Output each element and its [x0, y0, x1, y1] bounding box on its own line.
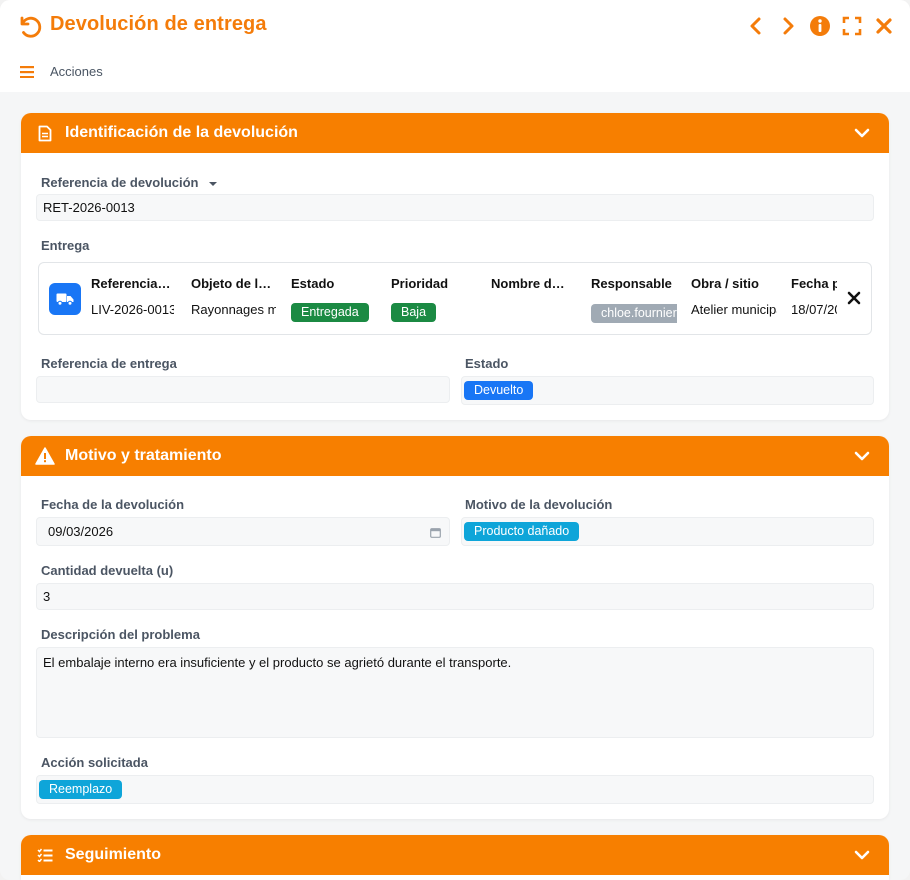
close-button[interactable]	[872, 12, 896, 40]
description-label: Descripción del problema	[41, 627, 200, 642]
section-title: Seguimiento	[65, 846, 162, 863]
column-header: Objeto de la entrega	[191, 276, 276, 291]
section-tracking-header[interactable]: Seguimiento	[21, 835, 889, 875]
column-header: Obra / sitio	[691, 276, 759, 291]
chevron-down-icon	[854, 128, 870, 138]
return-reference-label-text: Referencia de devolución	[41, 175, 199, 190]
description-textarea[interactable]: El embalaje interno era insuficiente y e…	[36, 647, 874, 738]
return-reference-label: Referencia de devolución	[41, 175, 218, 190]
return-reason-field[interactable]: Producto dañado	[461, 517, 874, 546]
next-button[interactable]	[776, 12, 800, 40]
delivery-col-responsible: Responsable chloe.fournier	[591, 263, 677, 334]
delivery-col-object: Objeto de la entrega Rayonnages métalliq…	[191, 263, 276, 334]
back-arrow-icon[interactable]	[14, 12, 42, 40]
section-identification: Identificación de la devolución Referenc…	[21, 113, 889, 420]
actions-menu[interactable]: Acciones	[20, 64, 103, 79]
close-icon	[876, 18, 892, 34]
status-label: Estado	[465, 356, 509, 371]
cell-value: Rayonnages métalliques	[191, 302, 276, 317]
user-badge: chloe.fournier	[591, 304, 677, 323]
page-title: Devolución de entrega	[50, 13, 267, 35]
section-tracking: Seguimiento	[21, 835, 889, 880]
column-header: Fecha prevista	[791, 276, 837, 291]
status-field[interactable]: Devuelto	[461, 376, 874, 405]
section-reason: Motivo y tratamiento Fecha de la devoluc…	[21, 436, 889, 819]
calendar-icon[interactable]	[430, 527, 441, 538]
delivery-col-date: Fecha prevista 18/07/2026	[791, 263, 837, 334]
delivery-col-priority: Prioridad Baja	[391, 263, 481, 334]
section-title: Motivo y tratamiento	[65, 447, 222, 464]
return-reference-field[interactable]: RET-2026-0013	[36, 194, 874, 221]
column-header: Responsable	[591, 276, 672, 291]
chevron-down-icon	[854, 850, 870, 860]
section-reason-header[interactable]: Motivo y tratamiento	[21, 436, 889, 476]
priority-badge: Baja	[391, 303, 437, 322]
delivery-col-site: Obra / sitio Atelier municipal	[691, 263, 777, 334]
column-header: Estado	[291, 276, 335, 291]
quantity-label: Cantidad devuelta (u)	[41, 563, 174, 578]
delivery-col-status: Estado Entregada	[291, 263, 381, 334]
document-icon	[35, 123, 55, 143]
fullscreen-button[interactable]	[840, 12, 864, 40]
chevron-right-icon	[783, 17, 794, 35]
quantity-field[interactable]: 3	[36, 583, 874, 610]
delivery-col-reference: Referencia de entrega LIV-2026-0013	[91, 263, 174, 334]
action-badge: Reemplazo	[39, 780, 123, 799]
cell-value: Atelier municipal	[691, 302, 777, 317]
section-identification-header[interactable]: Identificación de la devolución	[21, 113, 889, 153]
title-bar: Devolución de entrega Acciones	[0, 0, 910, 92]
status-badge: Entregada	[291, 303, 369, 322]
cell-value: LIV-2026-0013	[91, 302, 174, 317]
truck-icon	[49, 283, 81, 315]
return-date-value: 09/03/2026	[48, 524, 114, 539]
delivery-reference-row[interactable]: Referencia de entrega LIV-2026-0013 Obje…	[38, 262, 872, 335]
requested-action-label: Acción solicitada	[41, 755, 148, 770]
chevron-down-icon	[854, 451, 870, 461]
window-actions	[744, 12, 896, 40]
return-date-field[interactable]: 09/03/2026	[36, 517, 450, 546]
fullscreen-icon	[842, 16, 862, 36]
cell-value: 18/07/2026	[791, 302, 837, 317]
status-badge: Devuelto	[464, 381, 534, 400]
delivery-label: Entrega	[41, 238, 90, 253]
chevron-left-icon	[750, 17, 761, 35]
requested-action-field[interactable]: Reemplazo	[36, 775, 874, 804]
delivery-reference-label: Referencia de entrega	[41, 356, 177, 371]
return-reason-label: Motivo de la devolución	[465, 497, 613, 512]
info-button[interactable]	[808, 12, 832, 40]
previous-button[interactable]	[744, 12, 768, 40]
column-header: Prioridad	[391, 276, 449, 291]
column-header: Nombre del proveedor	[491, 276, 569, 291]
hamburger-icon	[20, 65, 34, 78]
return-date-label: Fecha de la devolución	[41, 497, 185, 512]
modal-window: Devolución de entrega Acciones Identific…	[0, 0, 910, 880]
info-icon	[810, 16, 830, 36]
section-title: Identificación de la devolución	[65, 124, 298, 141]
remove-icon[interactable]	[847, 291, 861, 305]
checklist-icon	[35, 845, 55, 865]
warning-icon	[35, 446, 55, 466]
reason-badge: Producto dañado	[464, 522, 580, 541]
delivery-reference-field	[36, 376, 450, 403]
delivery-col-supplier: Nombre del proveedor	[491, 263, 569, 334]
caret-down-icon[interactable]	[208, 181, 218, 187]
actions-menu-label: Acciones	[50, 64, 103, 79]
column-header: Referencia de entrega	[91, 276, 174, 291]
